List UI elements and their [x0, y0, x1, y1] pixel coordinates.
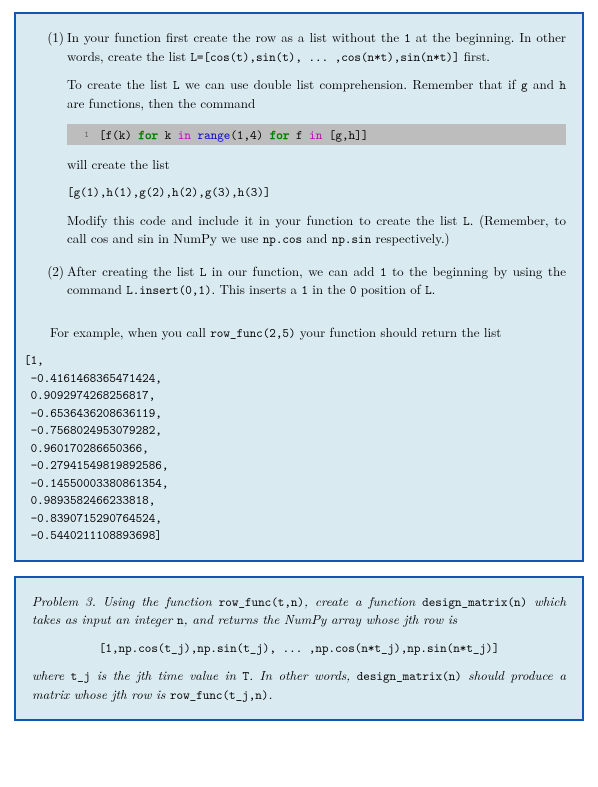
- text: th row is: [407, 609, 457, 628]
- code-inline: np.sin: [332, 230, 371, 247]
- output-list: [1, -0.4161468365471424, 0.9092974268256…: [24, 351, 566, 544]
- text: and: [528, 74, 560, 93]
- code-inline: h: [559, 76, 566, 93]
- code-inline: row_func(t,n): [219, 593, 304, 610]
- item-1: (1) In your function first create the ro…: [32, 28, 566, 248]
- code-content: [f(k) for k in range(1,4) for f in [g,h]…: [99, 126, 368, 144]
- problem-label: Problem 3.: [32, 591, 96, 610]
- item-2: (2) After creating the list L in our fun…: [32, 262, 566, 309]
- text: th time value in: [140, 665, 242, 684]
- text: .: [268, 684, 272, 703]
- kw-for: for: [270, 126, 290, 143]
- text: is the: [90, 665, 136, 684]
- text: , and returns the NumPy array whose: [184, 609, 404, 628]
- text: . In other words,: [249, 665, 357, 684]
- item-1-code-result: [g(1),h(1),g(2),h(2),g(3),h(3)]: [67, 183, 566, 201]
- text: respectively.): [371, 228, 449, 247]
- code-seg: k: [158, 126, 178, 143]
- text: .: [432, 279, 436, 298]
- item-1-para-3: will create the list: [67, 155, 566, 173]
- text: For example, when you call: [50, 322, 210, 341]
- item-2-para-1: After creating the list L in our functio…: [67, 262, 566, 299]
- text: we can use double list comprehension. Re…: [180, 74, 521, 93]
- for-example-line: For example, when you call row_func(2,5)…: [50, 323, 566, 342]
- instruction-panel: (1) In your function first create the ro…: [14, 12, 584, 562]
- code-seg: [f(k): [99, 126, 138, 143]
- text: th row is: [116, 684, 170, 703]
- text: first.: [459, 46, 489, 65]
- code-lineno: 1: [71, 128, 99, 141]
- code-seg: [g,h]]: [322, 126, 368, 143]
- text: Modify this code and include it in your …: [67, 210, 463, 229]
- code-inline: L: [425, 281, 432, 298]
- kw-for: for: [138, 126, 158, 143]
- problem-3-center-code: [1,np.cos(t_j),np.sin(t_j), ... ,np.cos(…: [32, 639, 566, 657]
- code-inline: row_func(t_j,n): [170, 686, 268, 703]
- item-2-number: (2): [32, 262, 67, 280]
- text: Using the function: [96, 591, 219, 610]
- code-inline: 1: [301, 281, 308, 298]
- text: your function should return the list: [296, 322, 502, 341]
- code-inline: design_matrix(n): [357, 667, 462, 684]
- kw-in: in: [178, 126, 191, 143]
- code-inline: n: [177, 611, 184, 628]
- problem-3-panel: Problem 3. Using the function row_func(t…: [14, 576, 584, 722]
- item-1-para-1: In your function first create the row as…: [67, 28, 566, 65]
- text: , create a function: [304, 591, 422, 610]
- code-seg: f: [289, 126, 309, 143]
- code-block: 1 [f(k) for k in range(1,4) for f in [g,…: [67, 124, 566, 146]
- code-inline: L: [173, 76, 180, 93]
- problem-3-tail: where t_j is the jth time value in T. In…: [32, 666, 566, 703]
- item-1-para-2: To create the list L we can use double l…: [67, 75, 566, 112]
- text: To create the list: [67, 74, 173, 93]
- kw-in: in: [309, 126, 322, 143]
- code-inline: L=[cos(t),sin(t), ... ,cos(n*t),sin(n*t)…: [190, 48, 459, 65]
- text: where: [32, 665, 71, 684]
- text: In your function first create the row as…: [67, 27, 404, 46]
- text: . This inserts a: [212, 279, 302, 298]
- text: and: [302, 228, 332, 247]
- text: are functions, then the command: [67, 93, 255, 112]
- code-inline: L.insert(0,1): [126, 281, 211, 298]
- kw-range: range: [198, 126, 231, 143]
- code-inline: L: [463, 212, 470, 229]
- item-1-para-5: Modify this code and include it in your …: [67, 211, 566, 248]
- text: position of: [356, 279, 425, 298]
- code-inline: 1: [380, 263, 387, 280]
- text: in our function, we can add: [206, 261, 380, 280]
- item-1-number: (1): [32, 28, 67, 46]
- code-seg: (1,4): [230, 126, 269, 143]
- text: After creating the list: [67, 261, 200, 280]
- code-seg: [191, 126, 198, 143]
- code-inline: g: [521, 76, 528, 93]
- code-inline: design_matrix(n): [422, 593, 527, 610]
- text: in the: [308, 279, 350, 298]
- code-inline: np.cos: [263, 230, 302, 247]
- code-inline: row_func(2,5): [210, 324, 295, 341]
- code-inline: 1: [404, 29, 411, 46]
- problem-3-lead: Problem 3. Using the function row_func(t…: [32, 592, 566, 629]
- code-inline: t_j: [71, 667, 91, 684]
